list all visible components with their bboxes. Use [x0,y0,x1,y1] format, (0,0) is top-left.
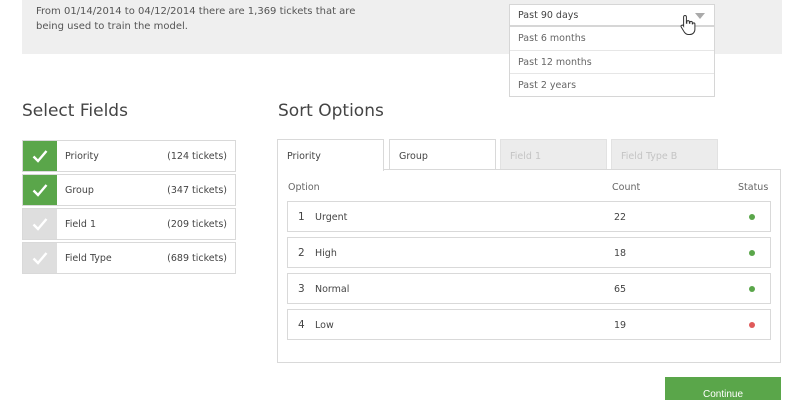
option-count: 19 [614,320,627,331]
date-range-menu: Past 6 months Past 12 months Past 2 year… [509,26,715,97]
checkbox-unchecked[interactable] [23,209,57,239]
tab-group[interactable]: Group [389,139,496,170]
field-count: (689 tickets) [167,253,227,264]
field-label: Group [65,185,94,196]
status-dot-icon [749,214,755,220]
checkbox-unchecked[interactable] [23,243,57,273]
date-range-option-2-years[interactable]: Past 2 years [510,73,714,96]
field-item-group[interactable]: Group (347 tickets) [22,174,236,206]
column-header-option: Option [288,182,320,193]
checkmark-icon [32,218,48,231]
checkbox-checked[interactable] [23,141,57,171]
sort-options-panel: Option Count Status 1 Urgent 22 2 High 1… [277,169,781,363]
continue-button[interactable]: Continue [665,377,781,400]
status-dot-icon [749,322,755,328]
option-rank: 3 [298,283,305,295]
option-label: Normal [315,284,350,295]
field-item-field-1[interactable]: Field 1 (209 tickets) [22,208,236,240]
checkmark-icon [32,184,48,197]
option-row-normal[interactable]: 3 Normal 65 [287,273,771,304]
field-count: (347 tickets) [167,185,227,196]
tab-field-1: Field 1 [500,139,607,170]
select-fields-title: Select Fields [22,101,128,121]
option-label: Low [315,320,334,331]
option-label: High [315,248,337,259]
option-rank: 2 [298,247,305,259]
hand-pointer-cursor-icon [680,14,696,35]
banner-text: From 01/14/2014 to 04/12/2014 there are … [36,6,356,32]
field-count: (209 tickets) [167,219,227,230]
column-header-count: Count [612,182,641,193]
option-row-urgent[interactable]: 1 Urgent 22 [287,201,771,232]
option-label: Urgent [315,212,348,223]
option-rank: 1 [298,211,305,223]
status-dot-icon [749,286,755,292]
tab-priority[interactable]: Priority [277,139,384,171]
option-rank: 4 [298,319,305,331]
date-range-selected: Past 90 days [518,10,579,21]
field-label: Field 1 [65,219,96,230]
option-count: 22 [614,212,627,223]
option-row-low[interactable]: 4 Low 19 [287,309,771,340]
field-item-field-type[interactable]: Field Type (689 tickets) [22,242,236,274]
sort-options-title: Sort Options [278,101,384,121]
field-count: (124 tickets) [167,151,227,162]
option-row-high[interactable]: 2 High 18 [287,237,771,268]
status-dot-icon [749,250,755,256]
field-label: Priority [65,151,99,162]
field-label: Field Type [65,253,112,264]
column-header-status: Status [738,182,769,193]
option-count: 65 [614,284,627,295]
option-count: 18 [614,248,627,259]
field-item-priority[interactable]: Priority (124 tickets) [22,140,236,172]
date-range-option-12-months[interactable]: Past 12 months [510,50,714,73]
checkmark-icon [32,150,48,163]
tab-field-type-b: Field Type B [611,139,718,170]
checkmark-icon [32,252,48,265]
checkbox-checked[interactable] [23,175,57,205]
